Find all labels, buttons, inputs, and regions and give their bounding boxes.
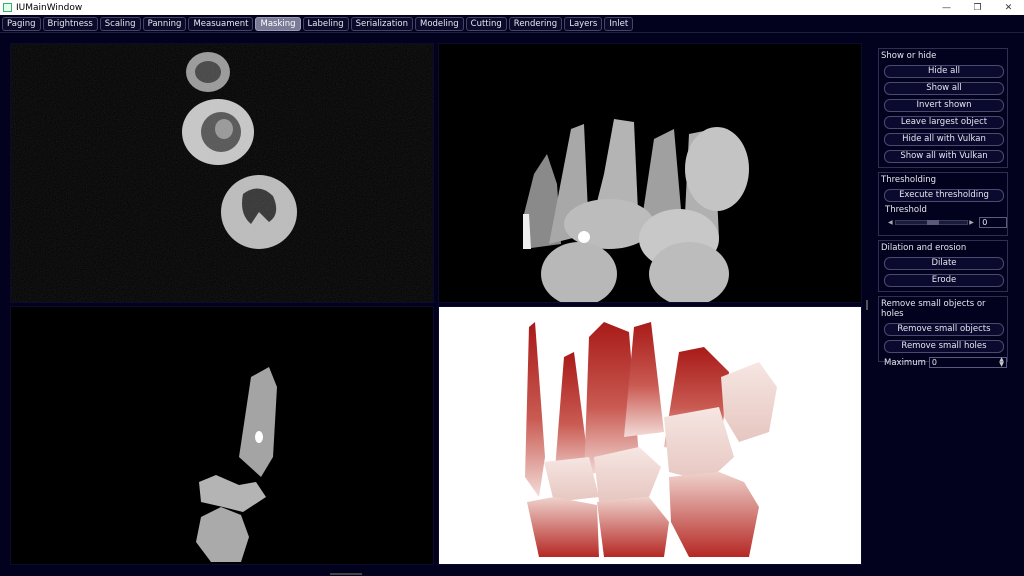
remove-small-panel: Remove small objects or holes Remove sma…	[878, 296, 1008, 368]
tab-measuament[interactable]: Measuament	[188, 17, 254, 31]
panel-title: Show or hide	[881, 51, 937, 61]
app-icon	[3, 3, 12, 12]
tab-modeling[interactable]: Modeling	[414, 17, 464, 31]
tab-labeling[interactable]: Labeling	[302, 17, 349, 31]
tab-masking[interactable]: Masking	[255, 17, 301, 31]
coronal-slice-image	[523, 119, 749, 302]
sagittal-slice-viewport[interactable]	[10, 306, 434, 565]
axial-slice-image	[11, 44, 433, 302]
slider-left-arrow-icon[interactable]: ◀	[888, 219, 894, 226]
tab-cutting[interactable]: Cutting	[465, 17, 507, 31]
show-all-vulkan-button[interactable]: Show all with Vulkan	[884, 150, 1004, 163]
maximize-button[interactable]: ❐	[962, 0, 993, 15]
minimize-button[interactable]: —	[931, 0, 962, 15]
window-title: IUMainWindow	[16, 2, 83, 13]
tab-inlet[interactable]: Inlet	[604, 17, 634, 31]
panel-title: Dilation and erosion	[881, 243, 967, 253]
threshold-slider-thumb[interactable]	[926, 220, 939, 225]
tab-rendering[interactable]: Rendering	[508, 17, 563, 31]
invert-shown-button[interactable]: Invert shown	[884, 99, 1004, 112]
volume-render-image	[525, 322, 777, 557]
tab-brightness[interactable]: Brightness	[42, 17, 98, 31]
coronal-slice-viewport[interactable]	[438, 43, 862, 303]
tab-serialization[interactable]: Serialization	[350, 17, 413, 31]
threshold-label: Threshold	[885, 205, 927, 215]
panel-title: Remove small objects or holes	[881, 299, 986, 319]
tab-divider	[0, 32, 1024, 33]
dilate-button[interactable]: Dilate	[884, 257, 1004, 270]
maximum-spinbox[interactable]: 0 ▲ ▼	[928, 357, 1007, 368]
axial-slice-viewport[interactable]	[10, 43, 434, 303]
show-hide-panel: Show or hide Hide all Show all Invert sh…	[878, 48, 1008, 168]
tab-scaling[interactable]: Scaling	[99, 17, 141, 31]
tool-tab-bar: Paging Brightness Scaling Panning Measua…	[0, 15, 1024, 33]
execute-thresholding-button[interactable]: Execute thresholding	[884, 189, 1004, 202]
threshold-spinbox[interactable]: 0	[979, 217, 1007, 228]
threshold-slider-row: ◀ ▶ 0	[879, 217, 1007, 228]
maximum-label: Maximum	[884, 357, 926, 368]
thresholding-panel: Thresholding Execute thresholding Thresh…	[878, 172, 1008, 236]
bottom-resize-handle[interactable]	[330, 573, 362, 575]
close-button[interactable]: ✕	[993, 0, 1024, 15]
show-all-button[interactable]: Show all	[884, 82, 1004, 95]
threshold-slider[interactable]	[894, 220, 969, 225]
tab-panning[interactable]: Panning	[142, 17, 187, 31]
tab-layers[interactable]: Layers	[564, 17, 603, 31]
sagittal-slice-image	[196, 367, 277, 562]
title-bar: IUMainWindow — ❐ ✕	[0, 0, 1024, 15]
remove-small-objects-button[interactable]: Remove small objects	[884, 323, 1004, 336]
leave-largest-object-button[interactable]: Leave largest object	[884, 116, 1004, 129]
remove-small-holes-button[interactable]: Remove small holes	[884, 340, 1004, 353]
maximum-value: 0	[931, 358, 937, 367]
hide-all-button[interactable]: Hide all	[884, 65, 1004, 78]
hide-all-vulkan-button[interactable]: Hide all with Vulkan	[884, 133, 1004, 146]
viewport-splitter-handle[interactable]	[866, 300, 868, 310]
dilation-erosion-panel: Dilation and erosion Dilate Erode	[878, 240, 1008, 292]
tab-paging[interactable]: Paging	[2, 17, 41, 31]
panel-title: Thresholding	[881, 175, 937, 185]
slider-right-arrow-icon[interactable]: ▶	[969, 219, 975, 226]
volume-render-viewport[interactable]	[438, 306, 862, 565]
maximum-row: Maximum 0 ▲ ▼	[879, 357, 1007, 368]
spin-updown-icon[interactable]: ▲ ▼	[999, 357, 1004, 368]
erode-button[interactable]: Erode	[884, 274, 1004, 287]
